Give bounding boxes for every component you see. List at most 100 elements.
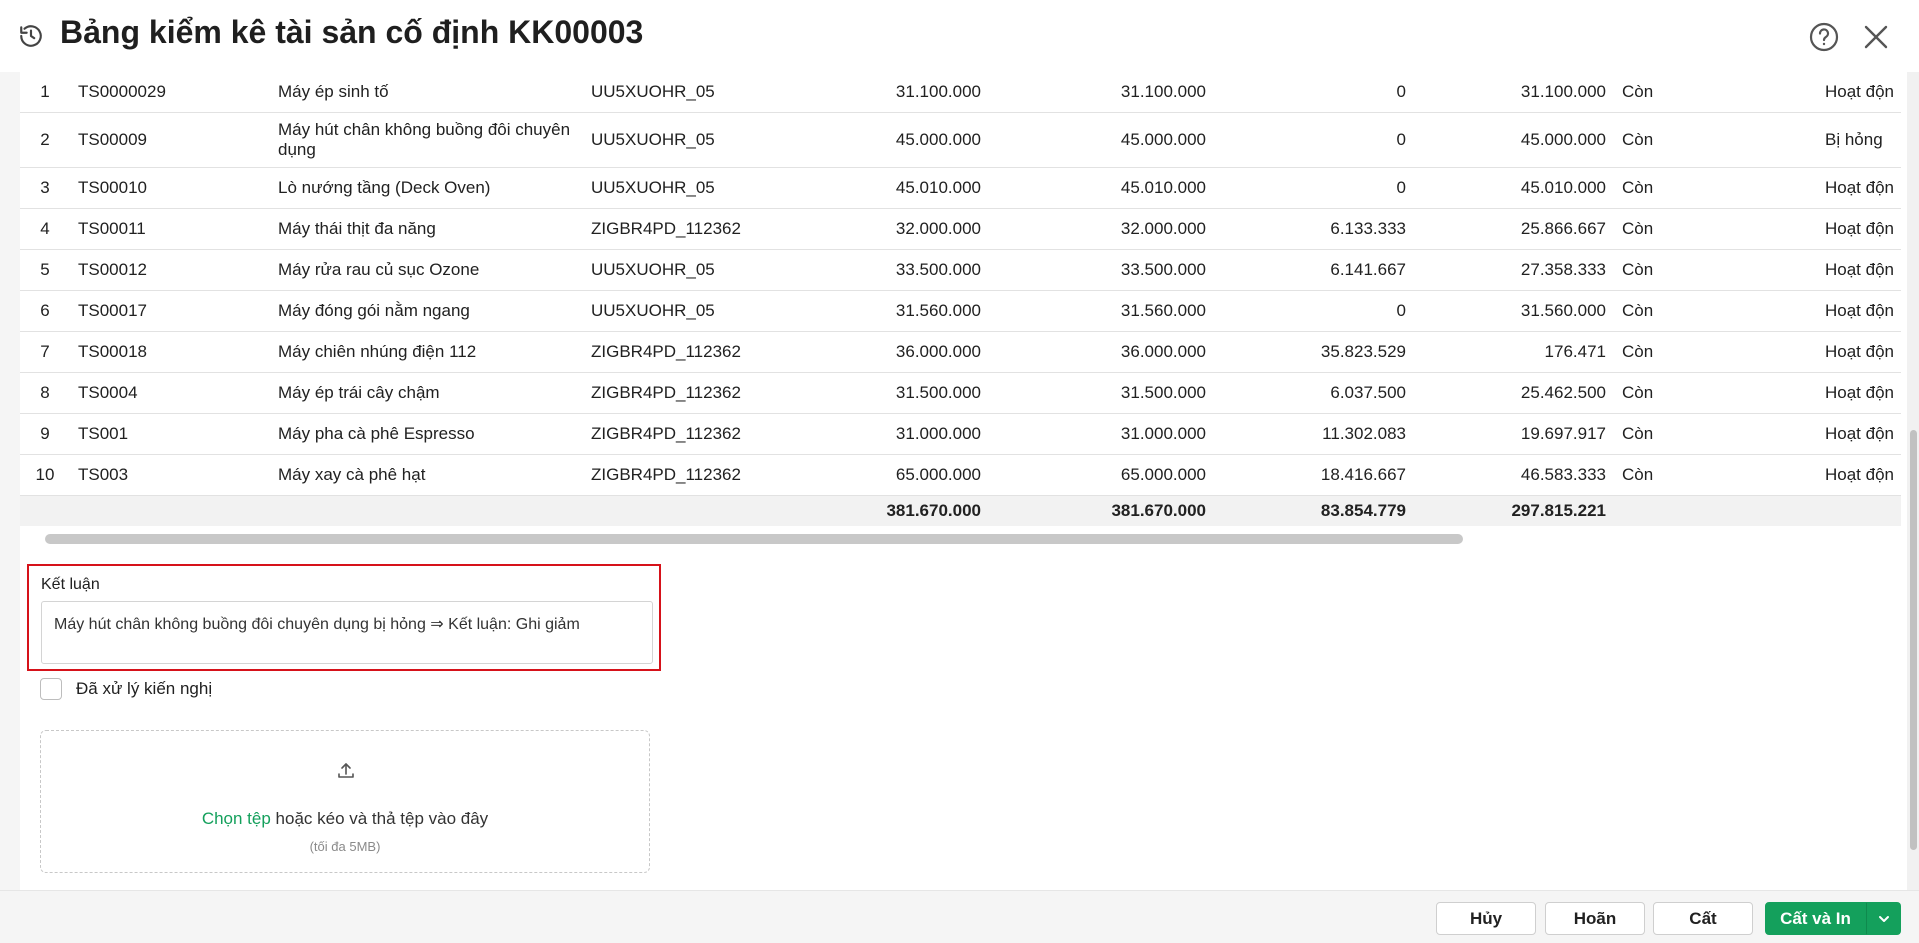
save-and-print-button[interactable]: Cất và In [1765,902,1866,935]
table-row[interactable]: 2 TS00009 Máy hút chân không buồng đôi chu… [20,112,1901,168]
cell-original-cost: 45.010.000 [763,167,989,209]
cell-remaining-value: 25.866.667 [1414,208,1614,250]
recommendation-checkbox[interactable] [40,678,62,700]
cell-existence-status: Còn [1614,454,1817,496]
cell-row-number: 5 [20,249,70,291]
table-row[interactable]: 4 TS00011 Máy thái thịt đa năng ZIGBR4PD_11… [20,208,1901,250]
cell-department-code: ZIGBR4PD_112362 [583,413,763,455]
help-icon[interactable] [1808,21,1840,53]
cell-book-cost: 36.000.000 [989,331,1214,373]
cell-row-number: 3 [20,167,70,209]
recommendation-row: Đã xử lý kiến nghị [40,677,212,701]
history-icon[interactable] [18,23,44,49]
dropzone-text: Chọn tệp hoặc kéo và thả tệp vào đây [41,809,649,829]
cell-book-cost: 45.010.000 [989,167,1214,209]
cell-department-code: ZIGBR4PD_112362 [583,372,763,414]
cell-condition-status: Hoạt độn [1817,167,1901,209]
cell-condition-status: Hoạt độn [1817,72,1901,113]
cell-accumulated-depreciation: 6.037.500 [1214,372,1414,414]
cell-existence-status: Còn [1614,372,1817,414]
cell-accumulated-depreciation: 0 [1214,167,1414,209]
cell-asset-code: TS001 [70,413,270,455]
cell-existence-status: Còn [1614,331,1817,373]
table-row[interactable]: 7 TS00018 Máy chiên nhúng điện 112 ZIGBR4PD… [20,331,1901,373]
cell-row-number: 1 [20,72,70,113]
choose-file-link[interactable]: Chọn tệp [202,809,271,828]
cell-row-number: 4 [20,208,70,250]
postpone-button[interactable]: Hoãn [1545,902,1645,935]
cancel-button[interactable]: Hủy [1436,902,1536,935]
table-row[interactable]: 10 TS003 Máy xay cà phê hạt ZIGBR4PD_112362… [20,454,1901,496]
cell-original-cost: 65.000.000 [763,454,989,496]
cell-accumulated-depreciation: 35.823.529 [1214,331,1414,373]
cell-row-number: 7 [20,331,70,373]
total-empty-cell [583,495,763,526]
cell-book-cost: 31.560.000 [989,290,1214,332]
cell-asset-name: Máy ép sinh tố [270,72,583,113]
cell-book-cost: 31.100.000 [989,72,1214,113]
conclusion-textarea[interactable]: Máy hút chân không buồng đôi chuyên dụng… [41,601,653,664]
cell-department-code: ZIGBR4PD_112362 [583,331,763,373]
table-total-row: 381.670.000 381.670.000 83.854.779 297.815.… [20,495,1901,526]
total-empty-cell [1817,495,1901,526]
cell-book-cost: 31.000.000 [989,413,1214,455]
cell-remaining-value: 45.010.000 [1414,167,1614,209]
cell-asset-name: Máy chiên nhúng điện 112 [270,331,583,373]
cell-original-cost: 45.000.000 [763,112,989,168]
cell-book-cost: 32.000.000 [989,208,1214,250]
save-options-dropdown[interactable] [1866,902,1901,935]
cell-condition-status: Bị hỏng [1817,112,1901,168]
close-icon[interactable] [1860,21,1892,53]
cell-book-cost: 65.000.000 [989,454,1214,496]
cell-accumulated-depreciation: 0 [1214,112,1414,168]
cell-accumulated-depreciation: 11.302.083 [1214,413,1414,455]
cell-original-cost: 32.000.000 [763,208,989,250]
file-dropzone[interactable]: Chọn tệp hoặc kéo và thả tệp vào đây (tố… [40,730,650,873]
cell-row-number: 8 [20,372,70,414]
cell-condition-status: Hoạt độn [1817,413,1901,455]
table-row[interactable]: 9 TS001 Máy pha cà phê Espresso ZIGBR4PD_11… [20,413,1901,455]
cell-accumulated-depreciation: 0 [1214,72,1414,113]
cell-row-number: 10 [20,454,70,496]
cell-asset-code: TS00010 [70,167,270,209]
cell-asset-code: TS003 [70,454,270,496]
cell-department-code: UU5XUOHR_05 [583,249,763,291]
cell-remaining-value: 27.358.333 [1414,249,1614,291]
horizontal-scrollbar[interactable] [45,534,1463,544]
cell-asset-code: TS00018 [70,331,270,373]
table-row[interactable]: 1 TS0000029 Máy ép sinh tố UU5XUOHR_05 31.10… [20,72,1901,113]
cell-condition-status: Hoạt độn [1817,454,1901,496]
dialog-content: 1 TS0000029 Máy ép sinh tố UU5XUOHR_05 31.10… [0,72,1901,890]
cell-asset-code: TS0000029 [70,72,270,113]
save-button[interactable]: Cất [1653,902,1753,935]
cell-asset-name: Lò nướng tầng (Deck Oven) [270,167,583,209]
cell-book-cost: 31.500.000 [989,372,1214,414]
cell-remaining-value: 31.100.000 [1414,72,1614,113]
vertical-scrollbar-thumb[interactable] [1910,430,1917,850]
cell-remaining-value: 46.583.333 [1414,454,1614,496]
cell-condition-status: Hoạt độn [1817,208,1901,250]
cell-original-cost: 33.500.000 [763,249,989,291]
table-row[interactable]: 5 TS00012 Máy rửa rau củ sục Ozone UU5XUOHR… [20,249,1901,291]
chevron-down-icon [1878,915,1889,922]
cell-existence-status: Còn [1614,112,1817,168]
cell-condition-status: Hoạt độn [1817,290,1901,332]
cell-department-code: UU5XUOHR_05 [583,112,763,168]
cell-original-cost: 31.100.000 [763,72,989,113]
cell-asset-code: TS00011 [70,208,270,250]
cell-existence-status: Còn [1614,167,1817,209]
table-row[interactable]: 3 TS00010 Lò nướng tầng (Deck Oven) UU5XUOH… [20,167,1901,209]
total-accumulated-depreciation: 83.854.779 [1214,495,1414,526]
cell-accumulated-depreciation: 18.416.667 [1214,454,1414,496]
cell-original-cost: 36.000.000 [763,331,989,373]
cell-remaining-value: 25.462.500 [1414,372,1614,414]
cell-existence-status: Còn [1614,290,1817,332]
cell-remaining-value: 45.000.000 [1414,112,1614,168]
table-row[interactable]: 8 TS0004 Máy ép trái cây chậm ZIGBR4PD_1123… [20,372,1901,414]
dialog-header: Bảng kiểm kê tài sản cố định KK00003 [0,0,1919,72]
cell-remaining-value: 31.560.000 [1414,290,1614,332]
table-row[interactable]: 6 TS00017 Máy đóng gói nằm ngang UU5XUOHR_0… [20,290,1901,332]
conclusion-label: Kết luận [41,576,100,593]
cell-asset-code: TS00009 [70,112,270,168]
cell-asset-code: TS00012 [70,249,270,291]
